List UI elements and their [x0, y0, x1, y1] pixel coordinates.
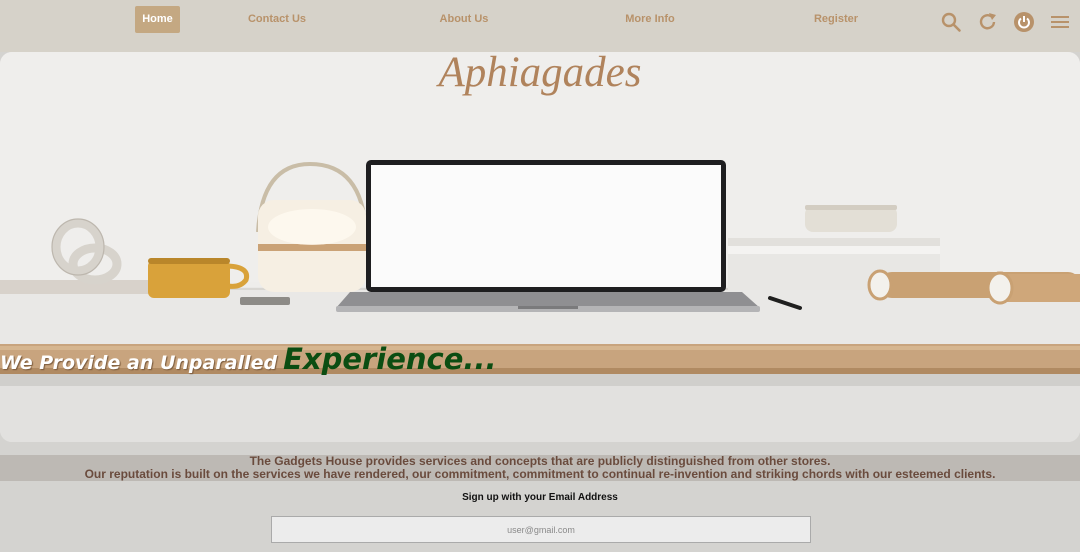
hero-tagline: We Provide an Unparalled Experience...	[0, 342, 496, 376]
nav-register[interactable]: Register	[796, 6, 876, 33]
about-info-band: The Gadgets House provides services and …	[0, 455, 1080, 481]
refresh-icon[interactable]	[977, 11, 999, 33]
hero-desk-image	[0, 52, 1080, 442]
nav-home[interactable]: Home	[135, 6, 180, 33]
nav-contact-us[interactable]: Contact Us	[237, 6, 317, 33]
signup-label: Sign up with your Email Address	[462, 492, 618, 503]
nav-more-info[interactable]: More Info	[610, 6, 690, 33]
email-input[interactable]	[271, 516, 811, 543]
tagline-part1: We Provide an Unparalled	[0, 352, 278, 374]
menu-icon[interactable]	[1049, 11, 1071, 33]
power-icon[interactable]	[1013, 11, 1035, 33]
tagline-part2: Experience...	[283, 342, 497, 376]
nav-about-us[interactable]: About Us	[424, 6, 504, 33]
site-title: Aphiagades	[438, 52, 642, 96]
top-navbar: Home Contact Us About Us More Info Regis…	[0, 0, 1080, 52]
search-icon[interactable]	[940, 11, 962, 33]
hero-banner: Aphiagades We Provide an Unparalled Exper…	[0, 52, 1080, 442]
info-line-2: Our reputation is built on the services …	[84, 467, 996, 481]
